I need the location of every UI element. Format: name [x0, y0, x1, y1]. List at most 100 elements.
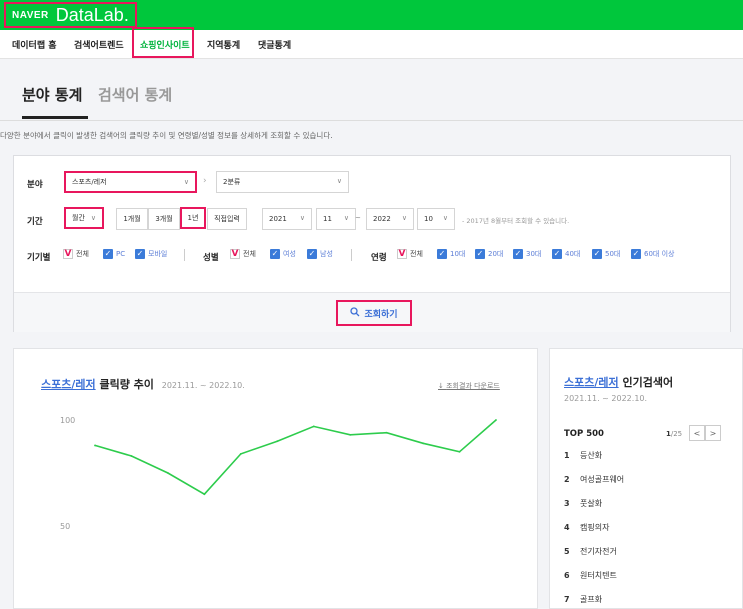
keyword-rank: 4 — [564, 523, 570, 532]
age-60s-plus-checkbox[interactable]: ✓ 60대 이상 — [631, 249, 674, 259]
period-3-month-button[interactable]: 3개월 — [148, 208, 180, 230]
active-tab-underline — [22, 116, 88, 119]
nav-item-datalab-home[interactable]: 데이터랩 홈 — [12, 38, 57, 51]
keyword-rank: 3 — [564, 499, 570, 508]
keyword-item[interactable]: 7 골프화 — [564, 594, 602, 605]
popular-category-link[interactable]: 스포츠/레저 — [564, 376, 619, 389]
start-month-value: 11 — [323, 215, 332, 223]
start-year-value: 2021 — [269, 215, 287, 223]
start-month-select[interactable]: 11 ∨ — [316, 208, 356, 230]
filter-divider — [184, 249, 185, 261]
device-mobile-checkbox[interactable]: ✓ 모바일 — [135, 249, 167, 259]
subcategory-select-value: 2분류 — [223, 178, 241, 186]
gender-female-checkbox[interactable]: ✓ 여성 — [270, 249, 296, 259]
popular-title: 스포츠/레저 인기검색어 — [564, 374, 673, 390]
gender-all-checkbox[interactable]: V 전체 — [230, 249, 256, 259]
checkmark-icon: ✓ — [513, 249, 523, 259]
end-year-select[interactable]: 2022 ∨ — [366, 208, 414, 230]
keyword-text: 등산화 — [580, 451, 603, 460]
chevron-down-icon: ∨ — [343, 214, 349, 222]
keyword-text: 원터치텐트 — [580, 571, 617, 580]
period-note: - 2017년 8월부터 조회할 수 있습니다. — [462, 217, 570, 225]
checkmark-icon: ✓ — [270, 249, 280, 259]
category-label: 분야 — [27, 180, 43, 190]
checkmark-icon: ✓ — [307, 249, 317, 259]
period-custom-button[interactable]: 직접입력 — [207, 208, 247, 230]
chevron-down-icon: ∨ — [336, 177, 342, 185]
gender-label: 성별 — [203, 253, 219, 263]
subcategory-select[interactable]: 2분류 ∨ — [216, 171, 349, 193]
period-1-month-button[interactable]: 1개월 — [116, 208, 148, 230]
chevron-down-icon: ∨ — [401, 214, 407, 222]
keyword-text: 캠핑의자 — [580, 523, 610, 532]
top-label: TOP 500 — [564, 429, 604, 439]
keyword-rank: 1 — [564, 451, 570, 460]
device-all-checkbox[interactable]: V 전체 — [63, 249, 89, 259]
tab-category-stats[interactable]: 분야 통계 — [22, 84, 82, 105]
gender-male-checkbox[interactable]: ✓ 남성 — [307, 249, 333, 259]
data-point[interactable] — [422, 442, 424, 445]
keyword-rank: 5 — [564, 547, 570, 556]
popular-title-text: 인기검색어 — [622, 376, 674, 389]
prev-page-button[interactable]: < — [689, 425, 705, 441]
data-point[interactable] — [239, 453, 242, 455]
keyword-text: 전기자전거 — [580, 547, 617, 556]
keyword-item[interactable]: 3 풋살화 — [564, 498, 602, 509]
nav-item-comment-stats[interactable]: 댓글통계 — [258, 38, 291, 51]
chevron-down-icon: ∨ — [299, 214, 305, 222]
nav-item-search-trend[interactable]: 검색어트렌드 — [74, 38, 124, 51]
category-select[interactable]: 스포츠/레저 ∨ — [64, 171, 197, 193]
period-unit-select[interactable]: 월간 ∨ — [64, 207, 104, 229]
v-check-icon: V — [397, 249, 407, 259]
search-button[interactable]: 조회하기 — [336, 300, 412, 326]
data-point[interactable] — [130, 455, 133, 457]
keyword-rank: 6 — [564, 571, 570, 580]
chevron-right-icon: › — [203, 176, 207, 186]
data-point[interactable] — [167, 472, 169, 474]
data-point[interactable] — [349, 433, 352, 436]
keyword-item[interactable]: 5 전기자전거 — [564, 546, 617, 557]
end-month-value: 10 — [424, 215, 433, 223]
data-point[interactable] — [94, 444, 96, 447]
keyword-text: 여성골프웨어 — [580, 475, 625, 484]
keyword-item[interactable]: 2 여성골프웨어 — [564, 474, 624, 485]
data-point[interactable] — [385, 431, 388, 434]
age-20s-checkbox[interactable]: ✓ 20대 — [475, 249, 503, 259]
age-30s-checkbox[interactable]: ✓ 30대 — [513, 249, 541, 259]
keyword-item[interactable]: 1 등산화 — [564, 450, 602, 461]
chevron-down-icon: ∨ — [442, 214, 448, 222]
end-month-select[interactable]: 10 ∨ — [417, 208, 455, 230]
y-tick-label: 50 — [60, 522, 70, 531]
shopping-insight-highlight — [132, 27, 194, 58]
keyword-text: 골프화 — [580, 595, 603, 604]
age-40s-checkbox[interactable]: ✓ 40대 — [552, 249, 580, 259]
age-10s-checkbox[interactable]: ✓ 10대 — [437, 249, 465, 259]
datalab-logo[interactable]: NAVER DataLab. — [4, 2, 137, 28]
age-50s-checkbox[interactable]: ✓ 50대 — [592, 249, 620, 259]
main-nav: 데이터랩 홈 검색어트렌드 쇼핑인사이트 지역통계 댓글통계 — [0, 30, 743, 59]
checkmark-icon: ✓ — [135, 249, 145, 259]
next-page-button[interactable]: > — [705, 425, 721, 441]
search-icon — [350, 306, 360, 320]
checkmark-icon: ✓ — [631, 249, 641, 259]
device-pc-checkbox[interactable]: ✓ PC — [103, 249, 125, 259]
data-point[interactable] — [458, 450, 461, 453]
keyword-item[interactable]: 6 원터치텐트 — [564, 570, 617, 581]
period-unit-value: 월간 — [72, 214, 85, 222]
data-point[interactable] — [276, 440, 279, 443]
stats-tabs: 분야 통계 검색어 통계 — [0, 59, 743, 121]
click-trend-card: 스포츠/레저 클릭량 추이 2021.11. ~ 2022.10. ↓ 조회결과… — [13, 348, 538, 609]
keyword-item[interactable]: 4 캠핑의자 — [564, 522, 609, 533]
chevron-down-icon: ∨ — [90, 214, 96, 222]
tab-keyword-stats[interactable]: 검색어 통계 — [98, 84, 172, 105]
popular-period: 2021.11. ~ 2022.10. — [564, 394, 648, 403]
data-point[interactable] — [495, 419, 497, 421]
age-all-checkbox[interactable]: V 전체 — [397, 249, 423, 259]
period-1-year-button[interactable]: 1년 — [180, 207, 206, 229]
checkmark-icon: ✓ — [103, 249, 113, 259]
data-point[interactable] — [312, 425, 315, 428]
nav-item-region-stats[interactable]: 지역통계 — [207, 38, 240, 51]
top-header-bar: NAVER DataLab. — [0, 0, 743, 30]
data-point[interactable] — [203, 493, 206, 496]
start-year-select[interactable]: 2021 ∨ — [262, 208, 312, 230]
